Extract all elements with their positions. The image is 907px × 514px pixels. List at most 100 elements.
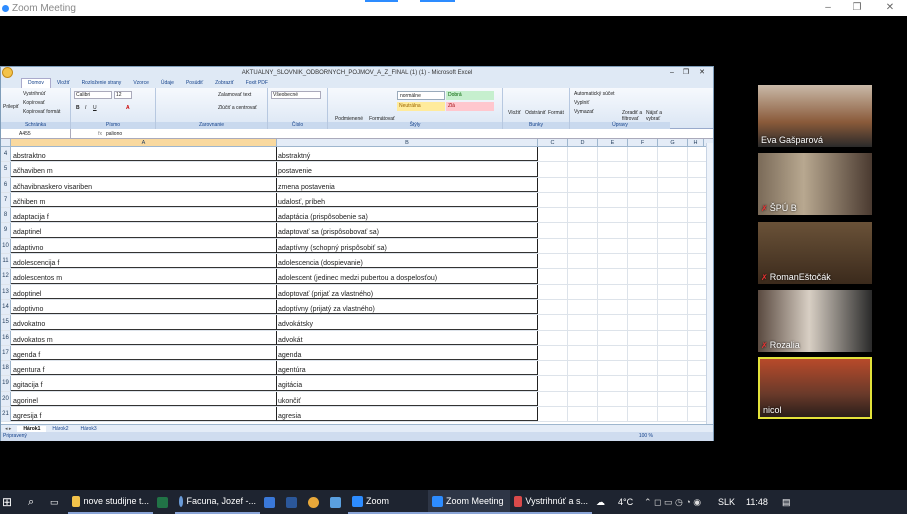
cell[interactable] (568, 407, 598, 422)
row-number[interactable]: 18 (1, 361, 11, 376)
cell[interactable] (598, 192, 628, 208)
copy-button[interactable]: Kopírovať (23, 100, 45, 106)
taskbar-app-outlook[interactable]: Facuna, Jozef -... (175, 490, 260, 514)
cell[interactable] (598, 315, 628, 330)
tab-foxit[interactable]: Foxit PDF (240, 79, 274, 88)
column-header[interactable]: H (688, 139, 704, 146)
tray-icons[interactable]: ⌃ ◻ ▭ ◷ ◔ ◉ (640, 490, 714, 514)
table-row[interactable]: 14 adoptivno adoptívny (prijatý za vlastné… (1, 299, 713, 316)
cell[interactable] (538, 299, 568, 315)
cell[interactable] (568, 330, 598, 345)
bold-button[interactable]: B (76, 105, 80, 111)
merge-center-button[interactable]: Zlúčiť a centrovať (218, 105, 257, 111)
cell[interactable] (628, 162, 658, 177)
cell[interactable] (568, 284, 598, 299)
taskbar-app-excel[interactable] (153, 490, 175, 514)
participant-tile[interactable]: Eva Gašparová (758, 85, 872, 147)
cell-b[interactable]: postavenie (277, 162, 538, 177)
minimize-button[interactable]: – (813, 0, 843, 16)
tab-posudit[interactable]: Posúdiť (180, 79, 209, 88)
cell[interactable] (628, 192, 658, 208)
cell[interactable] (568, 192, 598, 208)
cell[interactable] (598, 177, 628, 192)
cell-a[interactable]: agentura f (11, 361, 277, 376)
table-row[interactable]: 9 adaptinel adaptovať sa (prispôsobovať sa… (1, 223, 713, 239)
row-number[interactable]: 13 (1, 284, 11, 299)
cell[interactable] (538, 269, 568, 284)
cell-a[interactable]: advokatno (11, 315, 277, 330)
cell[interactable] (628, 254, 658, 269)
cell[interactable] (628, 147, 658, 162)
cell[interactable] (658, 238, 688, 254)
cell[interactable] (598, 376, 628, 391)
cell[interactable] (658, 315, 688, 330)
cell[interactable] (598, 238, 628, 254)
excel-minimize-button[interactable]: – (665, 67, 679, 78)
cell-b[interactable]: agenda (277, 345, 538, 361)
cut-button[interactable]: Vystrihnúť (23, 91, 46, 97)
tab-domov[interactable]: Domov (21, 78, 51, 88)
table-row[interactable]: 16 advokatos m advokát (1, 330, 713, 346)
row-number[interactable]: 4 (1, 147, 11, 162)
table-row[interactable]: 21 agresija f agresia (1, 407, 713, 423)
cell[interactable] (598, 254, 628, 269)
cell[interactable] (628, 391, 658, 407)
cell-b[interactable]: udalosť, príbeh (277, 192, 538, 208)
cell[interactable] (658, 147, 688, 162)
cell-a[interactable]: ačhavibnaskero visariben (11, 177, 277, 192)
cell[interactable] (538, 147, 568, 162)
windows-start-icon[interactable]: ⊞ (0, 490, 24, 514)
style-normal[interactable]: normálne (397, 91, 445, 100)
table-row[interactable]: 7 ačhiben m udalosť, príbeh (1, 192, 713, 209)
cell-b[interactable]: adoptívny (prijatý za vlastného) (277, 299, 538, 315)
row-number[interactable]: 6 (1, 177, 11, 192)
style-bad[interactable]: Zlá (446, 102, 494, 111)
number-format-select[interactable]: Všeobecné (271, 91, 321, 99)
cell-a[interactable]: adoptinel (11, 284, 277, 299)
search-icon[interactable]: ⌕ (24, 490, 46, 514)
cell-b[interactable]: advokát (277, 330, 538, 345)
cell[interactable] (538, 177, 568, 192)
sheet-tab[interactable]: Hárok1 (17, 425, 47, 432)
font-size-select[interactable]: 12 (114, 91, 132, 99)
row-number[interactable]: 8 (1, 208, 11, 223)
row-number[interactable]: 12 (1, 269, 11, 284)
maximize-button[interactable]: ❐ (842, 0, 872, 16)
formula-input[interactable]: paliono (106, 131, 122, 137)
sheet-tab[interactable]: Hárok3 (75, 426, 103, 432)
row-number[interactable]: 17 (1, 345, 11, 361)
cell[interactable] (658, 391, 688, 407)
delete-cells-button[interactable]: Odstrániť (525, 110, 546, 116)
tab-vlozit[interactable]: Vložiť (51, 79, 76, 88)
cell[interactable] (658, 177, 688, 192)
column-header[interactable]: B (277, 139, 538, 146)
row-number[interactable]: 11 (1, 254, 11, 269)
participant-tile[interactable]: ✗ Rozalia (758, 290, 872, 352)
table-row[interactable]: 4 abstraktno abstraktný (1, 147, 713, 163)
cell[interactable] (658, 208, 688, 223)
tab-rozlozenie[interactable]: Rozloženie strany (76, 79, 128, 88)
cell-b[interactable]: agresia (277, 407, 538, 422)
style-neutral[interactable]: Neutrálna (397, 102, 445, 111)
cell[interactable] (628, 223, 658, 238)
format-cells-button[interactable]: Formát (548, 110, 564, 116)
row-number[interactable]: 21 (1, 407, 11, 422)
cell-b[interactable]: ukončiť (277, 391, 538, 407)
cell-b[interactable]: adaptácia (prispôsobenie sa) (277, 208, 538, 223)
cell[interactable] (658, 361, 688, 376)
fx-icon[interactable]: fx (71, 131, 106, 137)
cell[interactable] (658, 284, 688, 299)
tab-zobrazit[interactable]: Zobraziť (209, 79, 240, 88)
column-header[interactable]: E (598, 139, 628, 146)
cell[interactable] (568, 238, 598, 254)
excel-maximize-button[interactable]: ❐ (679, 67, 693, 78)
name-box[interactable]: A455 (1, 128, 71, 139)
row-number[interactable]: 14 (1, 299, 11, 315)
cell[interactable] (568, 223, 598, 238)
style-good[interactable]: Dobrá (446, 91, 494, 100)
row-number[interactable]: 16 (1, 330, 11, 345)
sheet-nav-icon[interactable]: ◂ ▸ (1, 426, 17, 432)
format-painter-button[interactable]: Kopírovať formát (23, 109, 60, 115)
table-row[interactable]: 18 agentura f agentúra (1, 361, 713, 377)
cell[interactable] (628, 330, 658, 345)
